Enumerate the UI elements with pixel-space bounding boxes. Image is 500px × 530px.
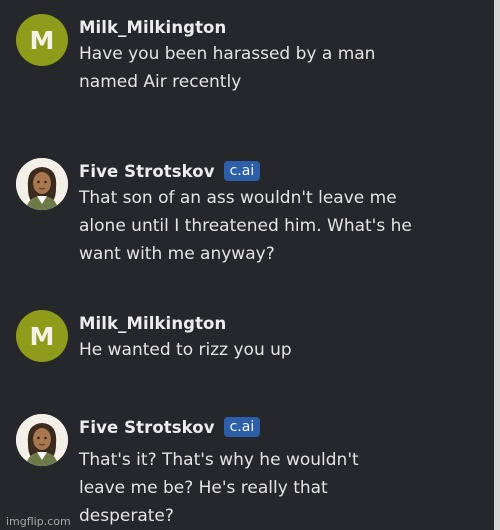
author-name[interactable]: Five Strotskov bbox=[79, 418, 215, 437]
character-ai-badge: c.ai bbox=[223, 417, 261, 437]
avatar[interactable]: M bbox=[16, 310, 68, 362]
avatar-letter: M bbox=[29, 321, 55, 351]
avatar[interactable] bbox=[16, 414, 68, 466]
watermark: imgflip.com bbox=[6, 515, 71, 528]
avatar[interactable] bbox=[16, 158, 68, 210]
message-text: That son of an ass wouldn't leave me alo… bbox=[79, 188, 412, 264]
frame-border bbox=[494, 0, 500, 530]
message-text: He wanted to rizz you up bbox=[79, 340, 292, 360]
character-portrait-icon bbox=[16, 414, 68, 466]
author-name[interactable]: Milk_Milkington bbox=[79, 314, 226, 333]
avatar[interactable]: M bbox=[16, 14, 68, 66]
character-portrait-icon bbox=[16, 158, 68, 210]
character-ai-badge: c.ai bbox=[223, 161, 261, 181]
message-text: That's it? That's why he wouldn't leave … bbox=[79, 450, 359, 526]
message-text: Have you been harassed by a man named Ai… bbox=[79, 44, 376, 92]
avatar-letter: M bbox=[29, 25, 55, 55]
author-name[interactable]: Milk_Milkington bbox=[79, 18, 226, 37]
author-name[interactable]: Five Strotskov bbox=[79, 162, 215, 181]
